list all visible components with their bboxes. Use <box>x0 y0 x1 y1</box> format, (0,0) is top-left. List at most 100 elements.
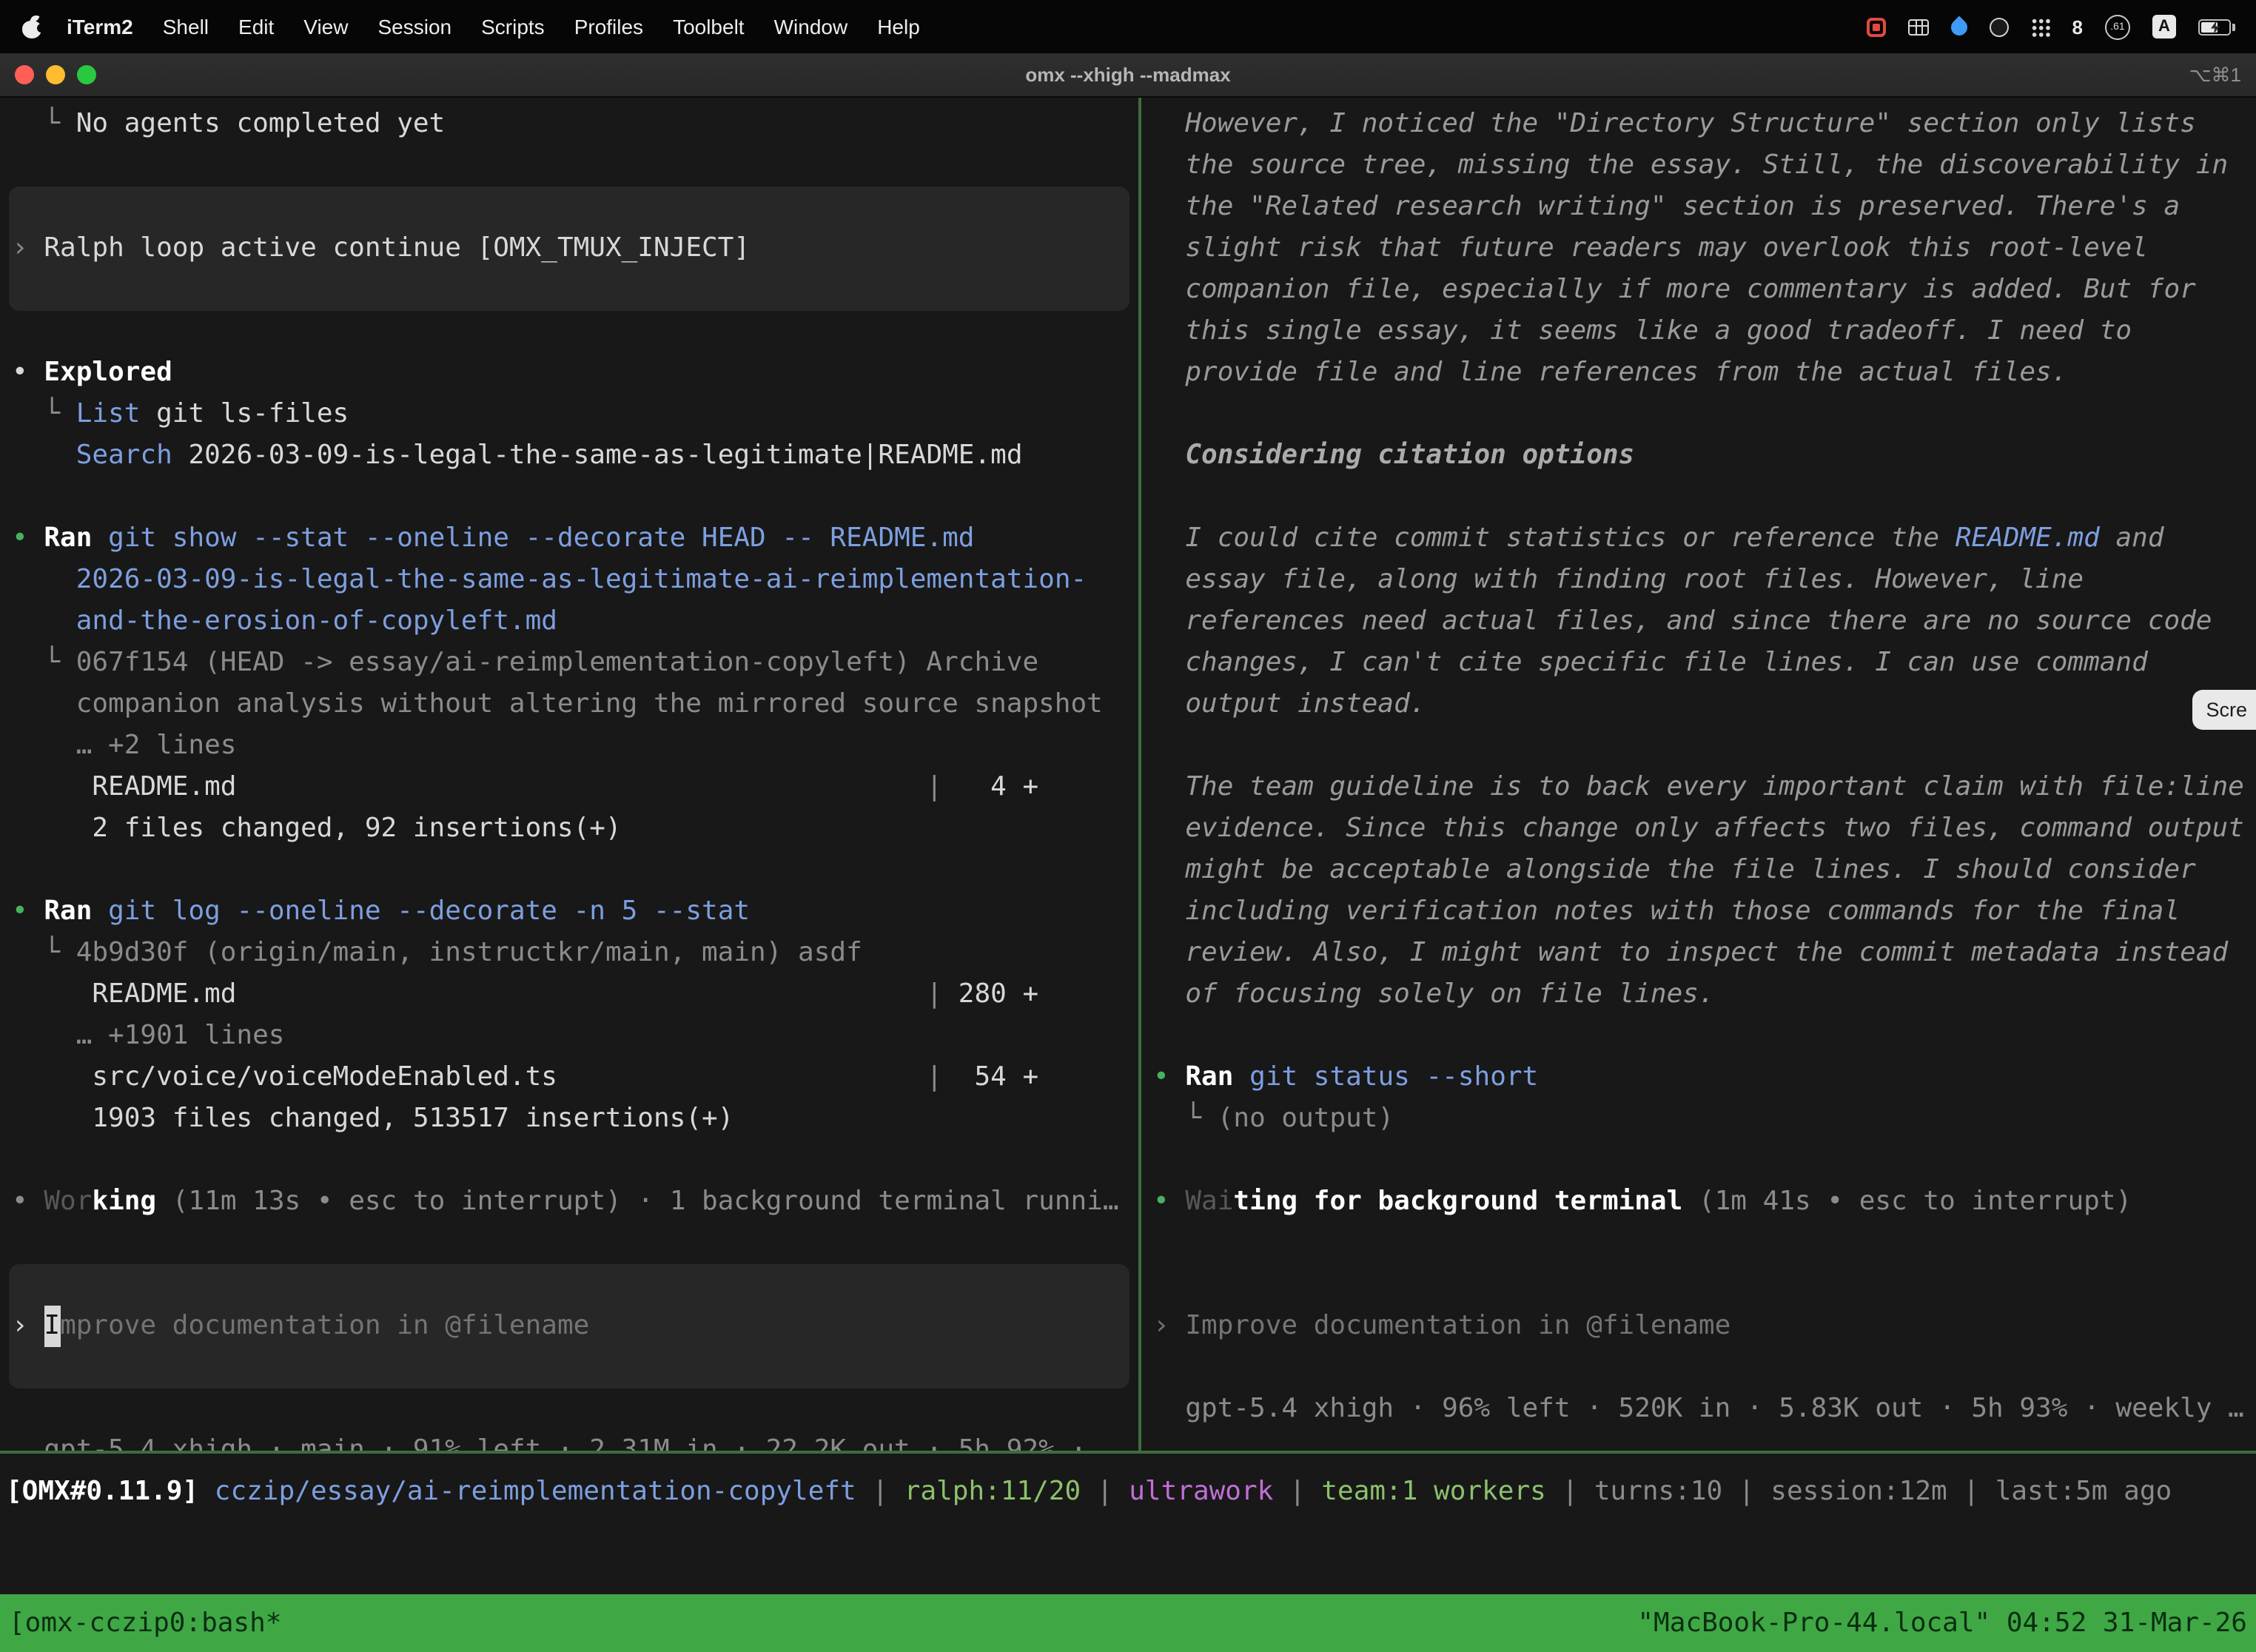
terminal-line: changes, I can't cite specific file line… <box>1141 642 2256 684</box>
ran-command: • Ran git log --oneline --decorate -n 5 … <box>0 891 1138 933</box>
terminal-line: essay file, along with finding root file… <box>1141 560 2256 601</box>
menu-item-window[interactable]: Window <box>759 15 863 38</box>
app-grid-dots-icon[interactable] <box>2031 17 2050 36</box>
terminal-line <box>1141 725 2256 767</box>
terminal-line: src/voice/voiceModeEnabled.ts | 54 + <box>0 1057 1138 1098</box>
terminal-line: this single essay, it seems like a good … <box>1141 311 2256 352</box>
terminal-line: evidence. Since this change only affects… <box>1141 808 2256 850</box>
menu-item-shell[interactable]: Shell <box>148 15 224 38</box>
menu-item-help[interactable]: Help <box>862 15 935 38</box>
terminal-line: references need actual files, and since … <box>1141 601 2256 642</box>
terminal-line: companion analysis without altering the … <box>0 684 1138 725</box>
terminal-line <box>1141 1264 2256 1306</box>
terminal-line: 1903 files changed, 513517 insertions(+) <box>0 1098 1138 1140</box>
battery-icon[interactable] <box>2198 19 2235 35</box>
terminal: └ No agents completed yet › Ralph loop a… <box>0 98 2256 1594</box>
terminal-line <box>1141 394 2256 435</box>
menu-item-edit[interactable]: Edit <box>224 15 289 38</box>
terminal-line: and-the-erosion-of-copyleft.md <box>0 601 1138 642</box>
menu-item-scripts[interactable]: Scripts <box>466 15 560 38</box>
waiting-status: • Waiting for background terminal (1m 41… <box>1141 1181 2256 1223</box>
menu-bar-left: iTerm2 ShellEditViewSessionScriptsProfil… <box>0 14 935 39</box>
terminal-line: └ 4b9d30f (origin/main, instructkr/main,… <box>0 933 1138 974</box>
window-title-bar[interactable]: omx --xhigh --madmax ⌥⌘1 <box>0 53 2256 98</box>
terminal-line: provide file and line references from th… <box>1141 352 2256 394</box>
terminal-line <box>1141 1223 2256 1264</box>
terminal-line: output instead. <box>1141 684 2256 725</box>
omx-status-line: [OMX#0.11.9] cczip/essay/ai-reimplementa… <box>0 1471 2256 1513</box>
terminal-line: … +1901 lines <box>0 1015 1138 1057</box>
terminal-line: might be acceptable alongside the file l… <box>1141 850 2256 891</box>
terminal-line: 2 files changed, 92 insertions(+) <box>0 808 1138 850</box>
dark-circle-icon[interactable] <box>1990 17 2009 36</box>
minimize-button[interactable] <box>46 65 65 84</box>
charging-bolt-icon <box>2209 20 2222 33</box>
apple-menu-icon[interactable] <box>21 14 43 39</box>
terminal-line: └ List git ls-files <box>0 394 1138 435</box>
terminal-line <box>1141 477 2256 518</box>
terminal-line <box>1141 1140 2256 1181</box>
terminal-line: review. Also, I might want to inspect th… <box>1141 933 2256 974</box>
menu-items: ShellEditViewSessionScriptsProfilesToolb… <box>148 15 935 38</box>
terminal-line: └ 067f154 (HEAD -> essay/ai-reimplementa… <box>0 642 1138 684</box>
close-button[interactable] <box>15 65 34 84</box>
menu-bar-status-icons: 8 .61 A <box>1867 14 2256 39</box>
window-title: omx --xhigh --madmax <box>0 64 2256 86</box>
menu-item-profiles[interactable]: Profiles <box>560 15 658 38</box>
pane-status-line: gpt-5.4 xhigh · main · 91% left · 2.31M … <box>0 1430 1138 1451</box>
terminal-line: the source tree, missing the essay. Stil… <box>1141 145 2256 187</box>
screen: iTerm2 ShellEditViewSessionScriptsProfil… <box>0 0 2256 1652</box>
terminal-line <box>0 145 1138 187</box>
terminal-line: of focusing solely on file lines. <box>1141 974 2256 1015</box>
menu-item-toolbelt[interactable]: Toolbelt <box>658 15 759 38</box>
input-source-icon[interactable]: A <box>2152 15 2176 38</box>
terminal-line: I could cite commit statistics or refere… <box>1141 518 2256 560</box>
terminal-pane-left[interactable]: └ No agents completed yet › Ralph loop a… <box>0 98 1138 1451</box>
terminal-line: companion file, especially if more comme… <box>1141 269 2256 311</box>
eight-icon[interactable]: 8 <box>2072 16 2083 38</box>
terminal-line <box>1141 1347 2256 1389</box>
inject-banner: › Ralph loop active continue [OMX_TMUX_I… <box>9 187 1129 311</box>
screen-share-overlay-button[interactable]: Scre <box>2192 690 2256 730</box>
thinking-header: Considering citation options <box>1141 435 2256 477</box>
window-hotkey: ⌥⌘1 <box>2189 63 2241 87</box>
working-status: • Working (11m 13s • esc to interrupt) ·… <box>0 1181 1138 1223</box>
cpu-gauge-icon[interactable]: .61 <box>2105 14 2130 39</box>
terminal-line: README.md | 280 + <box>0 974 1138 1015</box>
terminal-line: the "Related research writing" section i… <box>1141 187 2256 228</box>
tmux-host-clock: "MacBook-Pro-44.local" 04:52 31-Mar-26 <box>1637 1608 2247 1639</box>
terminal-line: However, I noticed the "Directory Struct… <box>1141 104 2256 145</box>
traffic-lights <box>0 65 96 84</box>
screen-recording-icon[interactable] <box>1867 17 1886 36</box>
tmux-status-bar: [omx-cczip0:bash* "MacBook-Pro-44.local"… <box>0 1594 2256 1652</box>
menu-item-view[interactable]: View <box>289 15 363 38</box>
blue-drop-icon[interactable] <box>1947 15 1970 38</box>
terminal-pane-right[interactable]: However, I noticed the "Directory Struct… <box>1141 98 2256 1451</box>
terminal-line <box>0 1389 1138 1430</box>
terminal-line <box>0 850 1138 891</box>
terminal-line: including verification notes with those … <box>1141 891 2256 933</box>
terminal-line: Search 2026-03-09-is-legal-the-same-as-l… <box>0 435 1138 477</box>
tmux-session-label: [omx-cczip0:bash* <box>9 1608 281 1639</box>
terminal-line <box>0 311 1138 352</box>
prompt-input[interactable]: › Improve documentation in @filename <box>1141 1306 2256 1347</box>
grid-icon[interactable] <box>1908 19 1929 35</box>
pane-status-line: gpt-5.4 xhigh · 96% left · 520K in · 5.8… <box>1141 1389 2256 1430</box>
ran-command: • Ran git show --stat --oneline --decora… <box>0 518 1138 560</box>
terminal-line: slight risk that future readers may over… <box>1141 228 2256 269</box>
tmux-panes: └ No agents completed yet › Ralph loop a… <box>0 98 2256 1451</box>
menu-item-iterm2[interactable]: iTerm2 <box>52 15 148 38</box>
zoom-button[interactable] <box>77 65 96 84</box>
terminal-line <box>0 1140 1138 1181</box>
explored-header: • Explored <box>0 352 1138 394</box>
ran-command: • Ran git status --short <box>1141 1057 2256 1098</box>
terminal-line <box>0 1223 1138 1264</box>
terminal-line: The team guideline is to back every impo… <box>1141 767 2256 808</box>
terminal-line <box>1141 1015 2256 1057</box>
terminal-line: … +2 lines <box>0 725 1138 767</box>
terminal-line: README.md | 4 + <box>0 767 1138 808</box>
prompt-input[interactable]: › Improve documentation in @filename <box>9 1264 1129 1389</box>
menu-bar: iTerm2 ShellEditViewSessionScriptsProfil… <box>0 0 2256 53</box>
menu-item-session[interactable]: Session <box>363 15 466 38</box>
terminal-line <box>0 477 1138 518</box>
